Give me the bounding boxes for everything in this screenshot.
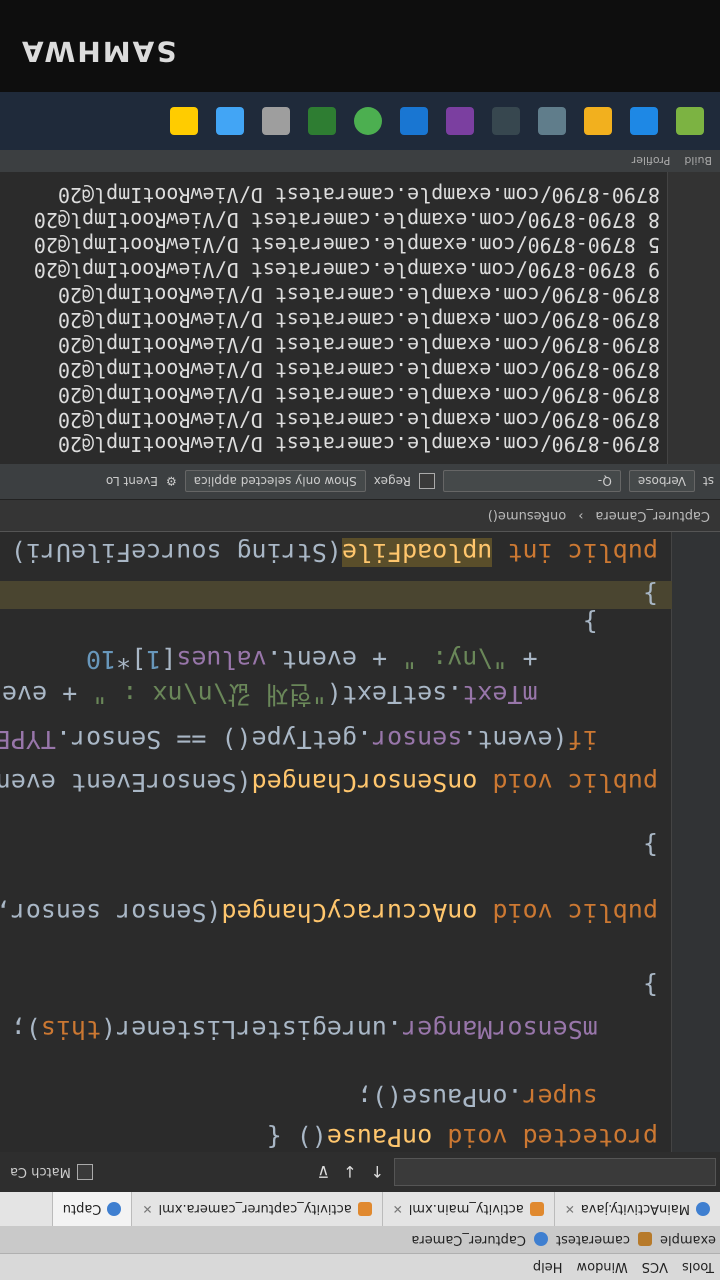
code-line: protected void onPause() { — [266, 1123, 658, 1152]
gear-icon[interactable]: ⚙ — [166, 475, 177, 489]
tab-activity-capturer-camera-xml[interactable]: activity_capturer_camera.xml ✕ — [131, 1192, 382, 1226]
regex-checkbox[interactable] — [418, 473, 435, 490]
profiler-tab[interactable]: Profiler — [632, 155, 671, 168]
layout-file-icon — [357, 1202, 372, 1216]
menu-window[interactable]: Window — [576, 1260, 627, 1275]
breadcrumb-item-example[interactable]: example — [660, 1232, 716, 1247]
tab-label: activity_main.xml — [408, 1201, 524, 1217]
log-line: 8790-8790/com.example.cameratest D/ViewR… — [57, 383, 660, 407]
logcat-st-label: st — [703, 474, 714, 489]
menu-tools[interactable]: Tools — [682, 1260, 714, 1275]
store-icon[interactable] — [400, 107, 428, 135]
editor-breadcrumb: Capturer_Camera › onResume() — [0, 500, 720, 532]
find-bar: ↑ ↓ ⊽ Match Ca — [0, 1151, 720, 1192]
breadcrumb-item-capturer[interactable]: Capturer_Camera — [411, 1232, 526, 1247]
app-icon[interactable] — [216, 107, 244, 135]
ide-status-bar: Build Profiler — [0, 150, 720, 172]
tab-label: activity_capturer_camera.xml — [158, 1201, 352, 1217]
close-icon[interactable]: ✕ — [393, 1202, 403, 1216]
match-case-label: Match Ca — [10, 1164, 71, 1180]
match-case-checkbox[interactable]: Match Ca — [10, 1164, 93, 1180]
app-icon[interactable] — [170, 107, 198, 135]
tab-label: Captu — [62, 1201, 102, 1217]
close-icon[interactable]: ✕ — [565, 1202, 575, 1216]
editor-gutter — [671, 532, 720, 1152]
tab-mainactivity[interactable]: MainActivity.java ✕ — [553, 1192, 720, 1226]
menu-vcs[interactable]: VCS — [642, 1260, 668, 1275]
monitor-brand-logo: SAMHWA — [20, 35, 177, 68]
android-studio-icon[interactable] — [676, 107, 704, 135]
code-line: } — [642, 971, 658, 1000]
folder-icon — [638, 1232, 653, 1247]
log-line: 9 8790-8790/com.example.cameratest D/Vie… — [33, 258, 660, 282]
log-line: 8 8790-8790/com.example.cameratest D/Vie… — [33, 208, 660, 232]
logcat-toolbar: st Verbose Q- Regex Show only selected a… — [0, 464, 720, 500]
settings-icon[interactable] — [538, 107, 566, 135]
filter-icon[interactable]: ⊽ — [317, 1163, 329, 1182]
log-line: 8790-8790/com.example.cameratest D/ViewR… — [57, 283, 660, 307]
tab-capturer-camera[interactable]: Captu — [51, 1192, 132, 1226]
close-icon[interactable]: ✕ — [142, 1202, 152, 1216]
layout-file-icon — [529, 1202, 544, 1216]
code-line: if(event.sensor.getType() == Sensor.TYPE… — [0, 725, 598, 754]
code-line: super.onPause(); — [356, 1083, 598, 1112]
log-level-dropdown[interactable]: Verbose — [628, 470, 696, 493]
code-line: public int uploadFile(String sourceFileU… — [0, 538, 658, 567]
breadcrumb: example cameratest Capturer_Camera — [0, 1226, 720, 1254]
tab-activity-main-xml[interactable]: activity_main.xml ✕ — [381, 1192, 554, 1226]
logcat-panel: 8790-8790/com.example.cameratest D/ViewR… — [0, 172, 720, 464]
log-line: 5 8790-8790/com.example.cameratest D/Vie… — [33, 233, 660, 257]
event-log-label[interactable]: Event Lo — [106, 475, 158, 489]
log-line: 8790-8790/com.example.cameratest D/ViewR… — [57, 308, 660, 332]
code-editor[interactable]: protected void onPause() { super.onPause… — [0, 532, 720, 1152]
code-line: mText.setText("현재 값\n\nx : " + eve — [1, 680, 538, 709]
editor-tabs: MainActivity.java ✕ activity_main.xml ✕ … — [0, 1191, 720, 1226]
windows-taskbar — [0, 92, 720, 150]
code-line: public void onSensorChanged(SensorEvent … — [0, 768, 658, 797]
app-icon[interactable] — [262, 107, 290, 135]
filter-dropdown[interactable]: Show only selected applica — [184, 470, 366, 493]
chrome-icon[interactable] — [354, 107, 382, 135]
class-icon — [533, 1232, 548, 1247]
log-line: 8790-8790/com.example.cameratest D/ViewR… — [57, 358, 660, 382]
arrow-up-icon[interactable]: ↑ — [371, 1163, 384, 1182]
current-line-highlight — [0, 581, 672, 609]
file-explorer-icon[interactable] — [584, 107, 612, 135]
checkbox-icon[interactable] — [76, 1164, 93, 1180]
code-line: mSensorManger.unregisterListener(this); — [10, 1015, 598, 1044]
logcat-side-toolbar — [667, 172, 720, 464]
code-line: public void onAccuracyChanged(Sensor sen… — [0, 898, 658, 927]
java-class-icon — [107, 1202, 122, 1216]
ie-icon[interactable] — [630, 107, 658, 135]
mail-icon[interactable] — [492, 107, 520, 135]
log-line: 8790-8790/com.example.cameratest D/ViewR… — [57, 432, 660, 456]
breadcrumb-class[interactable]: Capturer_Camera — [595, 508, 710, 523]
code-line: } — [642, 580, 658, 609]
arrow-down-icon[interactable]: ↓ — [343, 1163, 356, 1182]
code-line: } — [582, 608, 658, 637]
find-navigation: ↑ ↓ ⊽ — [317, 1163, 384, 1182]
log-search-input[interactable]: Q- — [442, 470, 621, 493]
app-icon[interactable] — [308, 107, 336, 135]
log-line: 8790-8790/com.example.cameratest D/ViewR… — [57, 408, 660, 432]
onenote-icon[interactable] — [446, 107, 474, 135]
menu-bar: Tools VCS Window Help — [0, 1254, 720, 1280]
tab-label: MainActivity.java — [580, 1201, 690, 1217]
log-line: 8790-8790/com.example.cameratest D/ViewR… — [57, 183, 660, 207]
regex-label: Regex — [373, 474, 411, 489]
code-line: + "\ny: " + event.values[1]*10 — [86, 645, 658, 674]
build-tab[interactable]: Build — [684, 155, 712, 168]
breadcrumb-method[interactable]: onResume() — [488, 508, 566, 523]
java-class-icon — [696, 1202, 710, 1216]
log-line: 8790-8790/com.example.cameratest D/ViewR… — [57, 333, 660, 357]
breadcrumb-item-cameratest[interactable]: cameratest — [556, 1232, 630, 1247]
menu-help[interactable]: Help — [533, 1260, 563, 1275]
code-line: } — [642, 831, 658, 860]
chevron-right-icon: › — [578, 508, 584, 523]
search-input[interactable] — [394, 1158, 716, 1186]
